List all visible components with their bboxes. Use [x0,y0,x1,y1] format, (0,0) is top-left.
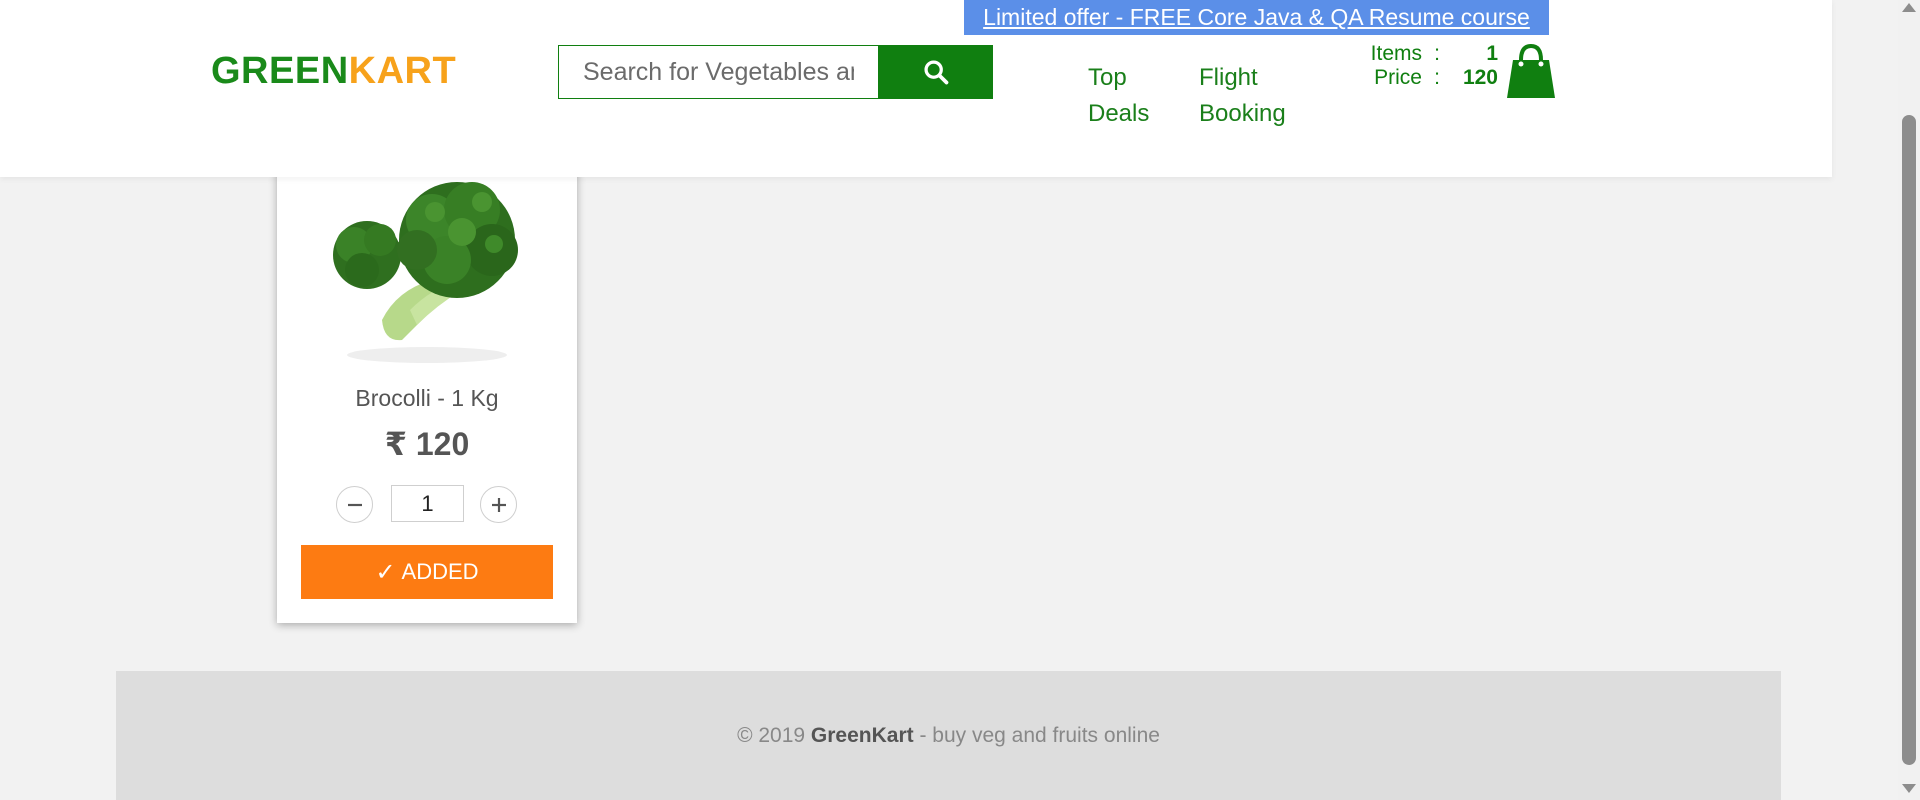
product-card: Brocolli - 1 Kg ₹ 120 ✓ ADDED [277,140,577,623]
cart-button[interactable] [1505,43,1557,105]
cart-price-label: Price [1374,66,1422,89]
vertical-scrollbar[interactable] [1898,0,1920,800]
nav-flight-booking-line1: Flight [1199,64,1258,91]
search-bar [558,45,993,99]
check-icon: ✓ [375,558,396,586]
quantity-input[interactable] [391,485,464,522]
nav-top-deals-line2: Deals [1088,100,1150,127]
broccoli-image [333,182,518,363]
brand-logo-kart: KART [348,50,457,92]
quantity-stepper [277,485,577,523]
minus-icon [347,503,362,506]
site-footer: © 2019 GreenKart - buy veg and fruits on… [116,671,1781,800]
scroll-up-arrow-icon[interactable] [1902,3,1916,12]
scrollbar-thumb[interactable] [1902,115,1916,765]
cart-items-row: Items : 1 [1340,42,1498,66]
cart-price-row: Price : 120 [1340,66,1498,90]
site-header: Limited offer - FREE Core Java & QA Resu… [0,0,1832,177]
cart-items-value: 1 [1486,42,1498,65]
nav-flight-booking-line2: Booking [1199,100,1286,127]
brand-logo: GREENKART [211,50,456,93]
offer-banner: Limited offer - FREE Core Java & QA Resu… [964,0,1549,35]
nav-top-deals-line1: Top [1088,64,1127,91]
increment-button[interactable] [480,486,517,523]
search-input[interactable] [558,45,878,99]
offer-link[interactable]: Limited offer - FREE Core Java & QA Resu… [983,4,1530,31]
decrement-button[interactable] [336,486,373,523]
footer-copyright: © 2019 [737,724,811,747]
cart-price-separator: : [1434,66,1440,89]
added-button-label: ADDED [401,559,479,584]
cart-items-separator: : [1434,42,1440,65]
nav-top-deals[interactable]: Top Deals [1088,60,1168,132]
brand-logo-green: GREEN [211,50,349,92]
added-to-cart-button[interactable]: ✓ ADDED [301,545,553,599]
plus-icon [491,497,506,512]
product-name: Brocolli - 1 Kg [355,385,499,411]
scroll-down-arrow-icon[interactable] [1902,784,1916,793]
shopping-bag-icon [1507,43,1555,98]
search-icon [923,60,948,85]
search-button[interactable] [878,45,993,99]
footer-tagline: - buy veg and fruits online [913,724,1160,747]
footer-text: © 2019 GreenKart - buy veg and fruits on… [116,724,1781,748]
page: Limited offer - FREE Core Java & QA Resu… [0,0,1920,800]
cart-price-value: 120 [1462,66,1498,89]
cart-items-label: Items [1370,42,1422,65]
product-price: ₹ 120 [384,426,470,462]
cart-summary: Items : 1 Price : 120 [1340,42,1498,90]
footer-brand: GreenKart [810,724,914,747]
nav-flight-booking[interactable]: Flight Booking [1199,60,1299,132]
